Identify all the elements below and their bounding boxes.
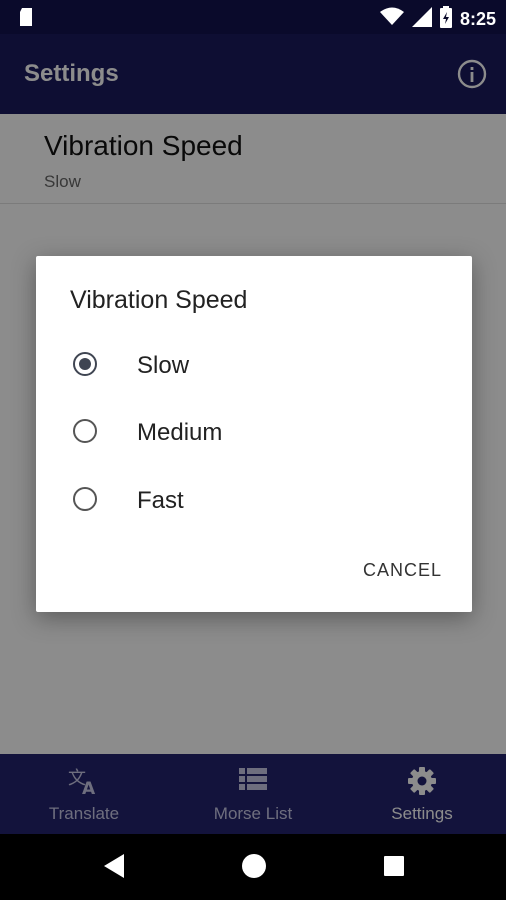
back-icon	[104, 854, 124, 878]
home-button[interactable]	[241, 852, 267, 885]
radio-button[interactable]	[73, 487, 97, 511]
system-navigation-bar	[0, 834, 506, 900]
radio-button-checked[interactable]	[73, 352, 97, 376]
status-bar: 8:25	[0, 0, 506, 34]
wifi-icon	[379, 7, 404, 32]
option-label: Fast	[137, 487, 184, 514]
cancel-button[interactable]: CANCEL	[363, 560, 442, 581]
radio-button[interactable]	[73, 419, 97, 443]
clock: 8:25	[459, 9, 496, 29]
dialog-title: Vibration Speed	[70, 286, 248, 314]
option-label: Slow	[137, 352, 190, 379]
option-label: Medium	[137, 419, 223, 446]
battery-icon	[439, 6, 452, 33]
option-slow[interactable]: Slow	[36, 336, 472, 396]
home-icon	[242, 854, 266, 878]
sd-card-icon	[18, 8, 34, 31]
signal-icon	[411, 7, 432, 32]
vibration-speed-dialog: Vibration Speed Slow Medium Fast CANCEL	[36, 256, 472, 612]
option-medium[interactable]: Medium	[36, 403, 472, 463]
recents-icon	[384, 856, 404, 876]
recents-button[interactable]	[382, 852, 406, 885]
option-fast[interactable]: Fast	[36, 471, 472, 531]
back-button[interactable]	[102, 852, 126, 885]
